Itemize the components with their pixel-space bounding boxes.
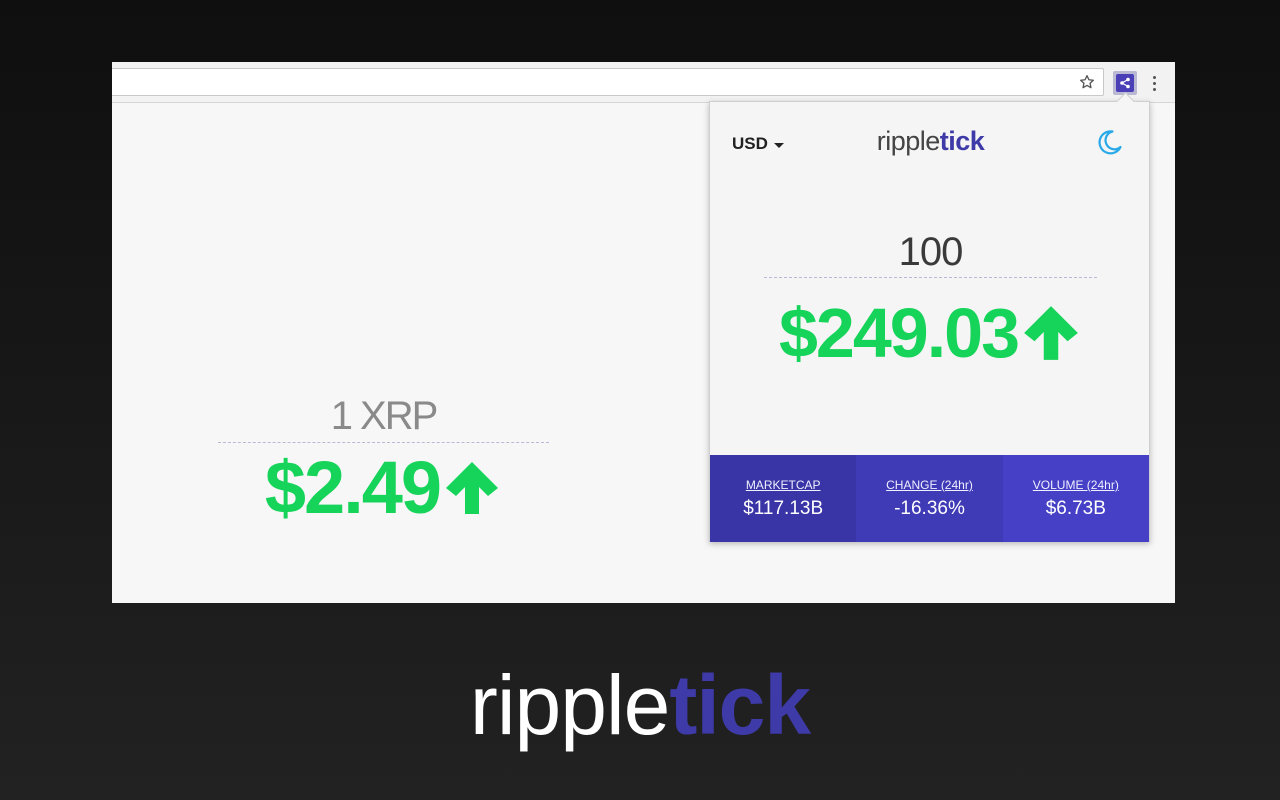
popup-price-value: $249.03: [778, 294, 1020, 372]
popup-logo: rippletick: [710, 126, 1151, 157]
stat-label[interactable]: MARKETCAP: [746, 478, 821, 492]
stat-marketcap: MARKETCAP $117.13B: [710, 455, 857, 542]
brand-light: ripple: [469, 658, 670, 752]
logo-light: ripple: [876, 126, 941, 156]
kebab-menu-icon[interactable]: [1146, 71, 1162, 95]
amount-input[interactable]: [764, 228, 1097, 278]
address-bar[interactable]: [112, 68, 1104, 96]
popup-price: $249.03: [710, 290, 1151, 376]
up-arrow-icon: [446, 462, 499, 514]
page-price-widget: 1 XRP $2.49: [218, 392, 549, 533]
browser-toolbar: [112, 62, 1175, 103]
up-arrow-icon: [1024, 306, 1078, 360]
extension-popup: USD rippletick $249.03 MARKETCAP $117.13…: [709, 92, 1151, 542]
stat-label[interactable]: VOLUME (24hr): [1033, 478, 1119, 492]
logo-bold: tick: [939, 126, 985, 156]
page-amount-label: 1 XRP: [330, 394, 439, 438]
moon-icon[interactable]: [1096, 128, 1124, 156]
brand-wordmark: rippletick: [0, 650, 1280, 760]
stat-change: CHANGE (24hr) -16.36%: [856, 455, 1003, 542]
brand-bold: tick: [669, 658, 811, 752]
ripple-logo-icon: [1116, 74, 1134, 92]
stat-value: $117.13B: [743, 497, 824, 519]
page-price-value: $2.49: [264, 446, 442, 529]
star-icon[interactable]: [1077, 72, 1097, 92]
stat-value: -16.36%: [894, 497, 965, 519]
stat-volume: VOLUME (24hr) $6.73B: [1002, 455, 1149, 542]
stat-value: $6.73B: [1045, 497, 1106, 519]
stat-label[interactable]: CHANGE (24hr): [886, 478, 973, 492]
stats-bar: MARKETCAP $117.13B CHANGE (24hr) -16.36%…: [710, 455, 1149, 542]
browser-window: 1 XRP $2.49 USD rippletick $249.03: [112, 62, 1175, 603]
page-price: $2.49: [218, 443, 549, 533]
